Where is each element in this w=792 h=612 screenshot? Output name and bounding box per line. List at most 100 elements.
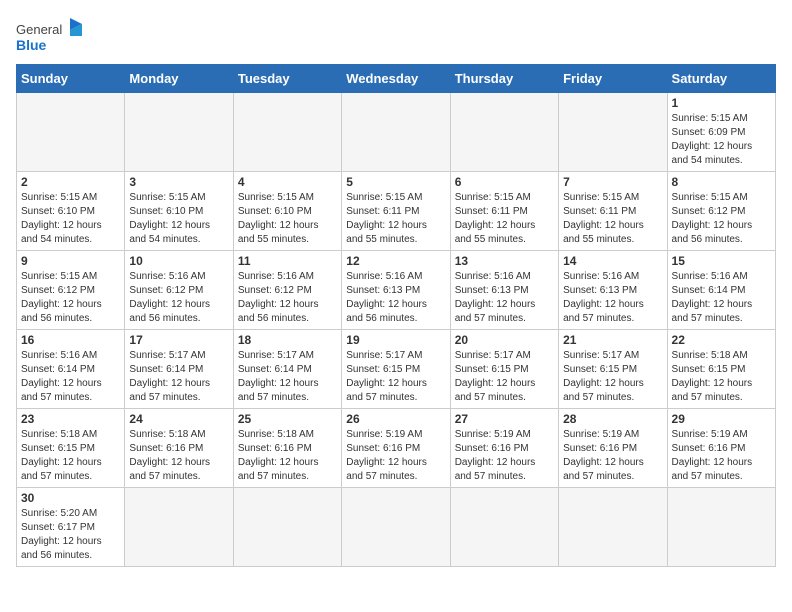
- page-header: General Blue: [16, 16, 776, 56]
- weekday-header-row: SundayMondayTuesdayWednesdayThursdayFrid…: [17, 65, 776, 93]
- calendar-day-cell: 17 Sunrise: 5:17 AM Sunset: 6:14 PM Dayli…: [125, 330, 233, 409]
- calendar-day-cell: [125, 488, 233, 567]
- day-info: Sunrise: 5:16 AM Sunset: 6:13 PM Dayligh…: [455, 270, 554, 326]
- calendar-week-row: 30 Sunrise: 5:20 AM Sunset: 6:17 PM Dayli…: [17, 488, 776, 567]
- calendar-day-cell: [450, 488, 558, 567]
- calendar-day-cell: 16 Sunrise: 5:16 AM Sunset: 6:14 PM Dayli…: [17, 330, 125, 409]
- weekday-header-monday: Monday: [125, 65, 233, 93]
- calendar-day-cell: 10Sunrise: 5:16 AM Sunset: 6:12 PM Dayli…: [125, 251, 233, 330]
- day-info: Sunrise: 5:19 AM Sunset: 6:16 PM Dayligh…: [455, 428, 554, 484]
- day-info: Sunrise: 5:16 AM Sunset: 6:14 PM Dayligh…: [21, 349, 120, 405]
- calendar-week-row: 9 Sunrise: 5:15 AM Sunset: 6:12 PM Daylig…: [17, 251, 776, 330]
- day-number: 30: [21, 491, 120, 505]
- calendar-day-cell: 7 Sunrise: 5:15 AM Sunset: 6:11 PM Daylig…: [559, 172, 667, 251]
- calendar-day-cell: 29Sunrise: 5:19 AM Sunset: 6:16 PM Dayli…: [667, 409, 775, 488]
- calendar-day-cell: 25 Sunrise: 5:18 AM Sunset: 6:16 PM Dayli…: [233, 409, 341, 488]
- day-info: Sunrise: 5:15 AM Sunset: 6:12 PM Dayligh…: [672, 191, 771, 247]
- day-info: Sunrise: 5:17 AM Sunset: 6:15 PM Dayligh…: [455, 349, 554, 405]
- day-number: 10: [129, 254, 228, 268]
- day-number: 15: [672, 254, 771, 268]
- calendar-day-cell: 4 Sunrise: 5:15 AM Sunset: 6:10 PM Daylig…: [233, 172, 341, 251]
- day-info: Sunrise: 5:17 AM Sunset: 6:15 PM Dayligh…: [563, 349, 662, 405]
- calendar-day-cell: 30 Sunrise: 5:20 AM Sunset: 6:17 PM Dayli…: [17, 488, 125, 567]
- calendar-day-cell: 12 Sunrise: 5:16 AM Sunset: 6:13 PM Dayli…: [342, 251, 450, 330]
- calendar-day-cell: 22Sunrise: 5:18 AM Sunset: 6:15 PM Dayli…: [667, 330, 775, 409]
- day-info: Sunrise: 5:15 AM Sunset: 6:09 PM Dayligh…: [672, 112, 771, 168]
- day-info: Sunrise: 5:19 AM Sunset: 6:16 PM Dayligh…: [346, 428, 445, 484]
- day-number: 18: [238, 333, 337, 347]
- day-number: 12: [346, 254, 445, 268]
- day-info: Sunrise: 5:17 AM Sunset: 6:14 PM Dayligh…: [129, 349, 228, 405]
- calendar-day-cell: 15 Sunrise: 5:16 AM Sunset: 6:14 PM Dayli…: [667, 251, 775, 330]
- calendar-day-cell: [342, 93, 450, 172]
- calendar-day-cell: 24Sunrise: 5:18 AM Sunset: 6:16 PM Dayli…: [125, 409, 233, 488]
- weekday-header-thursday: Thursday: [450, 65, 558, 93]
- calendar-day-cell: [667, 488, 775, 567]
- day-info: Sunrise: 5:16 AM Sunset: 6:13 PM Dayligh…: [346, 270, 445, 326]
- day-number: 2: [21, 175, 120, 189]
- day-number: 29: [672, 412, 771, 426]
- calendar-day-cell: 27Sunrise: 5:19 AM Sunset: 6:16 PM Dayli…: [450, 409, 558, 488]
- day-number: 19: [346, 333, 445, 347]
- calendar-day-cell: 18 Sunrise: 5:17 AM Sunset: 6:14 PM Dayli…: [233, 330, 341, 409]
- day-number: 20: [455, 333, 554, 347]
- calendar-table: SundayMondayTuesdayWednesdayThursdayFrid…: [16, 64, 776, 567]
- day-info: Sunrise: 5:15 AM Sunset: 6:10 PM Dayligh…: [129, 191, 228, 247]
- day-info: Sunrise: 5:18 AM Sunset: 6:15 PM Dayligh…: [21, 428, 120, 484]
- calendar-day-cell: 28Sunrise: 5:19 AM Sunset: 6:16 PM Dayli…: [559, 409, 667, 488]
- calendar-day-cell: 19 Sunrise: 5:17 AM Sunset: 6:15 PM Dayli…: [342, 330, 450, 409]
- day-number: 26: [346, 412, 445, 426]
- day-info: Sunrise: 5:15 AM Sunset: 6:11 PM Dayligh…: [346, 191, 445, 247]
- calendar-day-cell: 21 Sunrise: 5:17 AM Sunset: 6:15 PM Dayli…: [559, 330, 667, 409]
- day-info: Sunrise: 5:18 AM Sunset: 6:16 PM Dayligh…: [238, 428, 337, 484]
- day-number: 25: [238, 412, 337, 426]
- weekday-header-wednesday: Wednesday: [342, 65, 450, 93]
- calendar-week-row: 16 Sunrise: 5:16 AM Sunset: 6:14 PM Dayli…: [17, 330, 776, 409]
- day-number: 17: [129, 333, 228, 347]
- calendar-day-cell: 8 Sunrise: 5:15 AM Sunset: 6:12 PM Daylig…: [667, 172, 775, 251]
- day-number: 23: [21, 412, 120, 426]
- day-info: Sunrise: 5:15 AM Sunset: 6:11 PM Dayligh…: [563, 191, 662, 247]
- calendar-week-row: 23 Sunrise: 5:18 AM Sunset: 6:15 PM Dayli…: [17, 409, 776, 488]
- calendar-day-cell: [233, 488, 341, 567]
- day-info: Sunrise: 5:16 AM Sunset: 6:14 PM Dayligh…: [672, 270, 771, 326]
- day-info: Sunrise: 5:18 AM Sunset: 6:15 PM Dayligh…: [672, 349, 771, 405]
- day-info: Sunrise: 5:17 AM Sunset: 6:15 PM Dayligh…: [346, 349, 445, 405]
- calendar-week-row: 1 Sunrise: 5:15 AM Sunset: 6:09 PM Daylig…: [17, 93, 776, 172]
- day-number: 8: [672, 175, 771, 189]
- calendar-day-cell: 13Sunrise: 5:16 AM Sunset: 6:13 PM Dayli…: [450, 251, 558, 330]
- calendar-day-cell: 26 Sunrise: 5:19 AM Sunset: 6:16 PM Dayli…: [342, 409, 450, 488]
- day-info: Sunrise: 5:20 AM Sunset: 6:17 PM Dayligh…: [21, 507, 120, 563]
- day-number: 1: [672, 96, 771, 110]
- day-number: 4: [238, 175, 337, 189]
- day-info: Sunrise: 5:15 AM Sunset: 6:10 PM Dayligh…: [238, 191, 337, 247]
- day-number: 24: [129, 412, 228, 426]
- logo-svg: General Blue: [16, 16, 86, 56]
- calendar-day-cell: 11Sunrise: 5:16 AM Sunset: 6:12 PM Dayli…: [233, 251, 341, 330]
- day-info: Sunrise: 5:17 AM Sunset: 6:14 PM Dayligh…: [238, 349, 337, 405]
- weekday-header-saturday: Saturday: [667, 65, 775, 93]
- day-number: 9: [21, 254, 120, 268]
- calendar-day-cell: 20 Sunrise: 5:17 AM Sunset: 6:15 PM Dayli…: [450, 330, 558, 409]
- calendar-day-cell: 2Sunrise: 5:15 AM Sunset: 6:10 PM Daylig…: [17, 172, 125, 251]
- svg-text:Blue: Blue: [16, 37, 47, 53]
- calendar-day-cell: [559, 93, 667, 172]
- day-info: Sunrise: 5:16 AM Sunset: 6:13 PM Dayligh…: [563, 270, 662, 326]
- calendar-day-cell: 9 Sunrise: 5:15 AM Sunset: 6:12 PM Daylig…: [17, 251, 125, 330]
- day-number: 7: [563, 175, 662, 189]
- weekday-header-friday: Friday: [559, 65, 667, 93]
- day-info: Sunrise: 5:19 AM Sunset: 6:16 PM Dayligh…: [563, 428, 662, 484]
- calendar-day-cell: [125, 93, 233, 172]
- day-number: 14: [563, 254, 662, 268]
- day-number: 5: [346, 175, 445, 189]
- calendar-day-cell: 3Sunrise: 5:15 AM Sunset: 6:10 PM Daylig…: [125, 172, 233, 251]
- calendar-day-cell: [450, 93, 558, 172]
- day-info: Sunrise: 5:15 AM Sunset: 6:12 PM Dayligh…: [21, 270, 120, 326]
- logo: General Blue: [16, 16, 86, 56]
- day-number: 16: [21, 333, 120, 347]
- calendar-day-cell: 23 Sunrise: 5:18 AM Sunset: 6:15 PM Dayli…: [17, 409, 125, 488]
- day-info: Sunrise: 5:16 AM Sunset: 6:12 PM Dayligh…: [238, 270, 337, 326]
- svg-text:General: General: [16, 22, 62, 37]
- weekday-header-tuesday: Tuesday: [233, 65, 341, 93]
- day-number: 21: [563, 333, 662, 347]
